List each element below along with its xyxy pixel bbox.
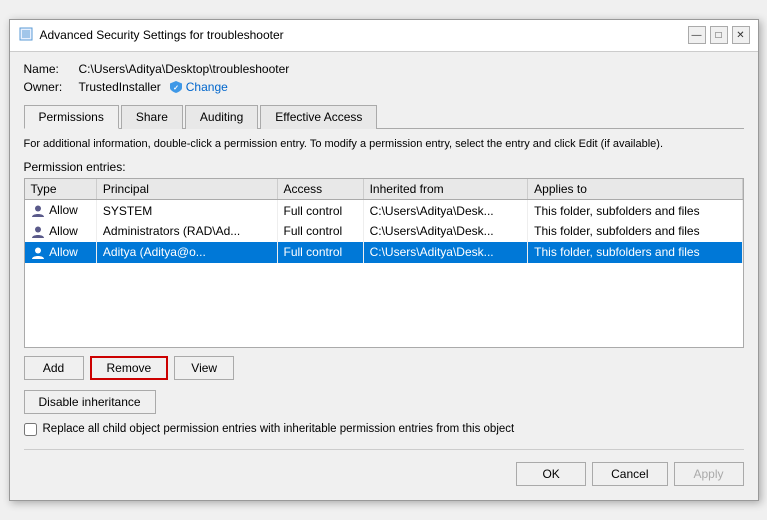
row3-access: Full control (277, 242, 363, 263)
permission-entries-label: Permission entries: (24, 160, 744, 174)
description-text: For additional information, double-click… (24, 137, 744, 152)
row1-inherited: C:\Users\Aditya\Desk... (363, 200, 528, 221)
col-inherited-from: Inherited from (363, 179, 528, 200)
svg-text:✓: ✓ (173, 85, 179, 92)
row2-applies: This folder, subfolders and files (528, 221, 742, 242)
content-area: Name: C:\Users\Aditya\Desktop\troublesho… (10, 52, 758, 500)
cancel-button[interactable]: Cancel (592, 462, 667, 486)
change-link[interactable]: ✓ Change (169, 80, 228, 94)
owner-label: Owner: (24, 80, 79, 94)
row1-applies: This folder, subfolders and files (528, 200, 742, 221)
footer-divider (24, 449, 744, 450)
checkbox-label: Replace all child object permission entr… (43, 422, 515, 437)
user-icon (31, 203, 50, 217)
row2-type: Allow (25, 221, 97, 242)
tab-auditing[interactable]: Auditing (185, 105, 258, 129)
title-bar-left: Advanced Security Settings for troublesh… (18, 26, 284, 45)
name-label: Name: (24, 62, 79, 76)
row2-access: Full control (277, 221, 363, 242)
minimize-button[interactable]: — (688, 26, 706, 44)
name-row: Name: C:\Users\Aditya\Desktop\troublesho… (24, 62, 744, 76)
row3-applies: This folder, subfolders and files (528, 242, 742, 263)
permission-table: Type Principal Access Inherited from App… (25, 179, 743, 262)
table-row[interactable]: Allow Aditya (Aditya@o... Full control C… (25, 242, 743, 263)
view-button[interactable]: View (174, 356, 234, 380)
tab-effective-access[interactable]: Effective Access (260, 105, 377, 129)
remove-button[interactable]: Remove (90, 356, 169, 380)
row1-principal: SYSTEM (96, 200, 277, 221)
row2-inherited: C:\Users\Aditya\Desk... (363, 221, 528, 242)
replace-permissions-checkbox[interactable] (24, 423, 37, 436)
title-bar: Advanced Security Settings for troublesh… (10, 20, 758, 52)
user-icon (31, 245, 50, 259)
action-buttons-row: Add Remove View (24, 356, 744, 380)
name-value: C:\Users\Aditya\Desktop\troubleshooter (79, 62, 290, 76)
col-access: Access (277, 179, 363, 200)
shield-icon: ✓ (169, 80, 183, 94)
main-window: Advanced Security Settings for troublesh… (9, 19, 759, 501)
window-title: Advanced Security Settings for troublesh… (40, 28, 284, 42)
row3-inherited: C:\Users\Aditya\Desk... (363, 242, 528, 263)
tab-share[interactable]: Share (121, 105, 183, 129)
owner-row: Owner: TrustedInstaller ✓ Change (24, 80, 744, 94)
add-button[interactable]: Add (24, 356, 84, 380)
row3-type: Allow (25, 242, 97, 263)
col-principal: Principal (96, 179, 277, 200)
close-button[interactable]: ✕ (732, 26, 750, 44)
row3-principal: Aditya (Aditya@o... (96, 242, 277, 263)
col-applies-to: Applies to (528, 179, 742, 200)
row1-type: Allow (25, 200, 97, 221)
row2-principal: Administrators (RAD\Ad... (96, 221, 277, 242)
title-bar-controls: — □ ✕ (688, 26, 750, 44)
apply-button[interactable]: Apply (674, 462, 744, 486)
window-icon (18, 26, 34, 45)
change-label: Change (186, 80, 228, 94)
tab-permissions[interactable]: Permissions (24, 105, 119, 129)
table-row[interactable]: Allow Administrators (RAD\Ad... Full con… (25, 221, 743, 242)
tabs-bar: Permissions Share Auditing Effective Acc… (24, 104, 744, 129)
col-type: Type (25, 179, 97, 200)
table-row[interactable]: Allow SYSTEM Full control C:\Users\Adity… (25, 200, 743, 221)
maximize-button[interactable]: □ (710, 26, 728, 44)
row1-access: Full control (277, 200, 363, 221)
ok-button[interactable]: OK (516, 462, 586, 486)
checkbox-row: Replace all child object permission entr… (24, 422, 744, 437)
footer-buttons: OK Cancel Apply (24, 456, 744, 490)
permission-table-container: Type Principal Access Inherited from App… (24, 178, 744, 348)
user-icon (31, 224, 50, 238)
disable-inheritance-button[interactable]: Disable inheritance (24, 390, 156, 414)
owner-value: TrustedInstaller (79, 80, 161, 94)
